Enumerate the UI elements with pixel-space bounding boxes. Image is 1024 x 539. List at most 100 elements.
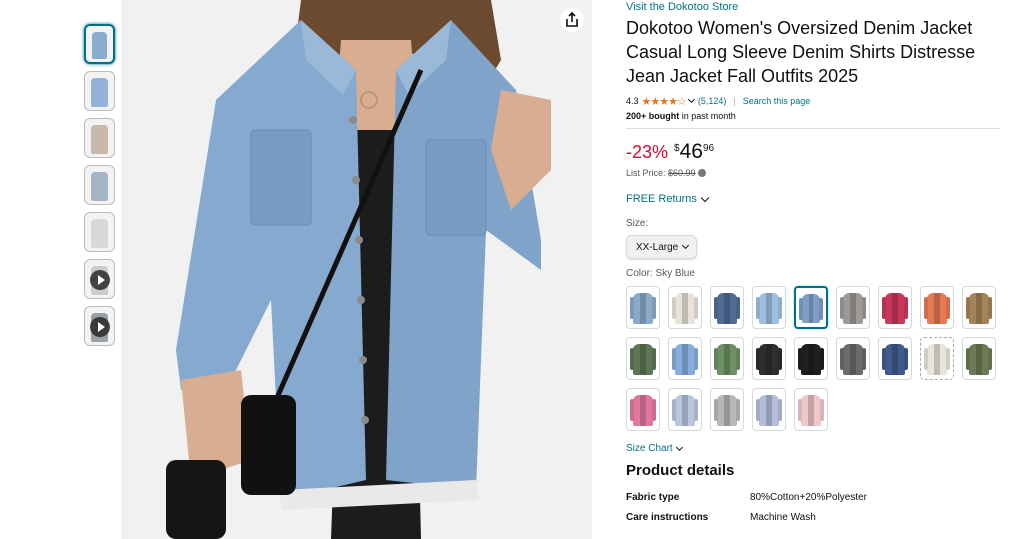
color-swatch[interactable] <box>668 337 702 380</box>
chevron-down-icon <box>682 241 690 250</box>
color-swatch[interactable] <box>962 286 996 329</box>
separator: | <box>733 96 736 106</box>
size-chart-label: Size Chart <box>626 443 673 454</box>
jacket-thumbnail <box>802 294 820 323</box>
jacket-thumbnail <box>885 293 905 324</box>
product-info-panel: Visit the Dokotoo Store Dokotoo Women's … <box>626 0 1000 523</box>
color-label: Color: Sky Blue <box>626 268 695 279</box>
jacket-thumbnail <box>759 395 779 426</box>
price-whole: 46 <box>679 140 703 163</box>
color-swatch-grid <box>626 286 1000 431</box>
chevron-down-icon[interactable] <box>687 95 695 104</box>
info-icon[interactable] <box>697 169 706 177</box>
thumbnail-4[interactable] <box>84 165 115 205</box>
color-swatch[interactable] <box>920 337 954 380</box>
color-swatch[interactable] <box>626 337 660 380</box>
jacket-thumbnail <box>717 395 737 426</box>
jacket-thumbnail <box>633 293 653 324</box>
jacket-thumbnail <box>969 344 989 375</box>
detail-key: Fabric type <box>626 492 680 503</box>
size-label: Size: <box>626 218 649 229</box>
price-fraction: 96 <box>702 143 715 154</box>
size-chart-link[interactable]: Size Chart <box>626 443 1000 454</box>
detail-row-care: Care instructions Machine Wash <box>626 512 1000 523</box>
color-swatch[interactable] <box>794 388 828 431</box>
store-link[interactable]: Visit the Dokotoo Store <box>626 0 1000 14</box>
search-this-page-link[interactable]: Search this page <box>743 96 811 106</box>
chevron-down-icon <box>675 443 683 451</box>
thumbnail-video-1[interactable] <box>84 259 115 299</box>
bought-count-bold: 200+ bought <box>626 111 680 121</box>
jacket-thumbnail <box>927 344 947 375</box>
jacket-thumbnail <box>633 344 653 375</box>
thumbnail-video-2[interactable] <box>84 306 115 346</box>
jacket-thumbnail <box>717 344 737 375</box>
play-icon <box>90 270 110 290</box>
color-swatch[interactable] <box>794 286 828 329</box>
color-swatch[interactable] <box>794 337 828 380</box>
jacket-thumbnail <box>675 395 695 426</box>
color-swatch[interactable] <box>626 388 660 431</box>
size-dropdown[interactable]: XX-Large <box>626 235 698 259</box>
detail-value: Machine Wash <box>750 512 816 523</box>
free-returns-link[interactable]: FREE Returns <box>626 193 1000 205</box>
thumbnail-3[interactable] <box>84 118 115 158</box>
color-swatch[interactable] <box>668 286 702 329</box>
product-page: Visit the Dokotoo Store Dokotoo Women's … <box>0 0 1024 539</box>
jacket-thumbnail <box>969 293 989 324</box>
bought-count-rest: in past month <box>679 111 736 121</box>
jacket-thumbnail <box>633 395 653 426</box>
play-icon <box>90 317 110 337</box>
jacket-thumbnail <box>717 293 737 324</box>
thumbnail-5[interactable] <box>84 212 115 252</box>
rating-row: 4.3 ★★★★☆ (5,124) | Search this page <box>626 94 1000 108</box>
color-swatch[interactable] <box>710 286 744 329</box>
detail-row-fabric: Fabric type 80%Cotton+20%Polyester <box>626 492 1000 503</box>
jacket-thumbnail <box>885 344 905 375</box>
jacket-thumbnail <box>843 344 863 375</box>
thumbnail-strip <box>84 24 116 353</box>
list-price-value: $60.99 <box>668 168 696 178</box>
thumbnail-1[interactable] <box>84 24 115 64</box>
size-selected-value: XX-Large <box>636 241 679 253</box>
color-swatch[interactable] <box>626 286 660 329</box>
color-swatch[interactable] <box>752 337 786 380</box>
star-rating-icon[interactable]: ★★★★☆ <box>642 95 687 108</box>
share-icon[interactable] <box>560 8 584 32</box>
divider <box>626 128 1000 129</box>
jacket-thumbnail <box>843 293 863 324</box>
color-swatch[interactable] <box>878 337 912 380</box>
thumbnail-2[interactable] <box>84 71 115 111</box>
bought-count: 200+ bought in past month <box>626 110 1000 122</box>
list-price-label: List Price: <box>626 168 669 178</box>
color-swatch[interactable] <box>836 286 870 329</box>
reviews-count-link[interactable]: (5,124) <box>698 96 727 106</box>
color-swatch[interactable] <box>752 388 786 431</box>
color-swatch[interactable] <box>710 388 744 431</box>
jacket-thumbnail <box>675 293 695 324</box>
detail-value: 80%Cotton+20%Polyester <box>750 492 868 503</box>
denim-jacket-illustration <box>121 0 592 539</box>
color-swatch[interactable] <box>836 337 870 380</box>
color-swatch[interactable] <box>920 286 954 329</box>
color-swatch[interactable] <box>668 388 702 431</box>
jacket-thumbnail <box>759 293 779 324</box>
rating-value: 4.3 <box>626 96 639 106</box>
product-details-heading: Product details <box>626 462 735 479</box>
color-swatch[interactable] <box>878 286 912 329</box>
chevron-down-icon <box>700 193 710 202</box>
jacket-thumbnail <box>675 344 695 375</box>
jacket-thumbnail <box>927 293 947 324</box>
main-product-image[interactable] <box>121 0 592 539</box>
product-title: Dokotoo Women's Oversized Denim Jacket C… <box>626 18 976 86</box>
free-returns-label: FREE Returns <box>626 193 697 205</box>
price-block: -23% $ 46 96 <box>626 141 1000 165</box>
color-swatch[interactable] <box>752 286 786 329</box>
detail-key: Care instructions <box>626 512 709 523</box>
jacket-thumbnail <box>801 395 821 426</box>
discount-percent: -23% <box>626 142 669 162</box>
color-swatch[interactable] <box>710 337 744 380</box>
color-swatch[interactable] <box>962 337 996 380</box>
jacket-thumbnail <box>801 344 821 375</box>
jacket-thumbnail <box>759 344 779 375</box>
